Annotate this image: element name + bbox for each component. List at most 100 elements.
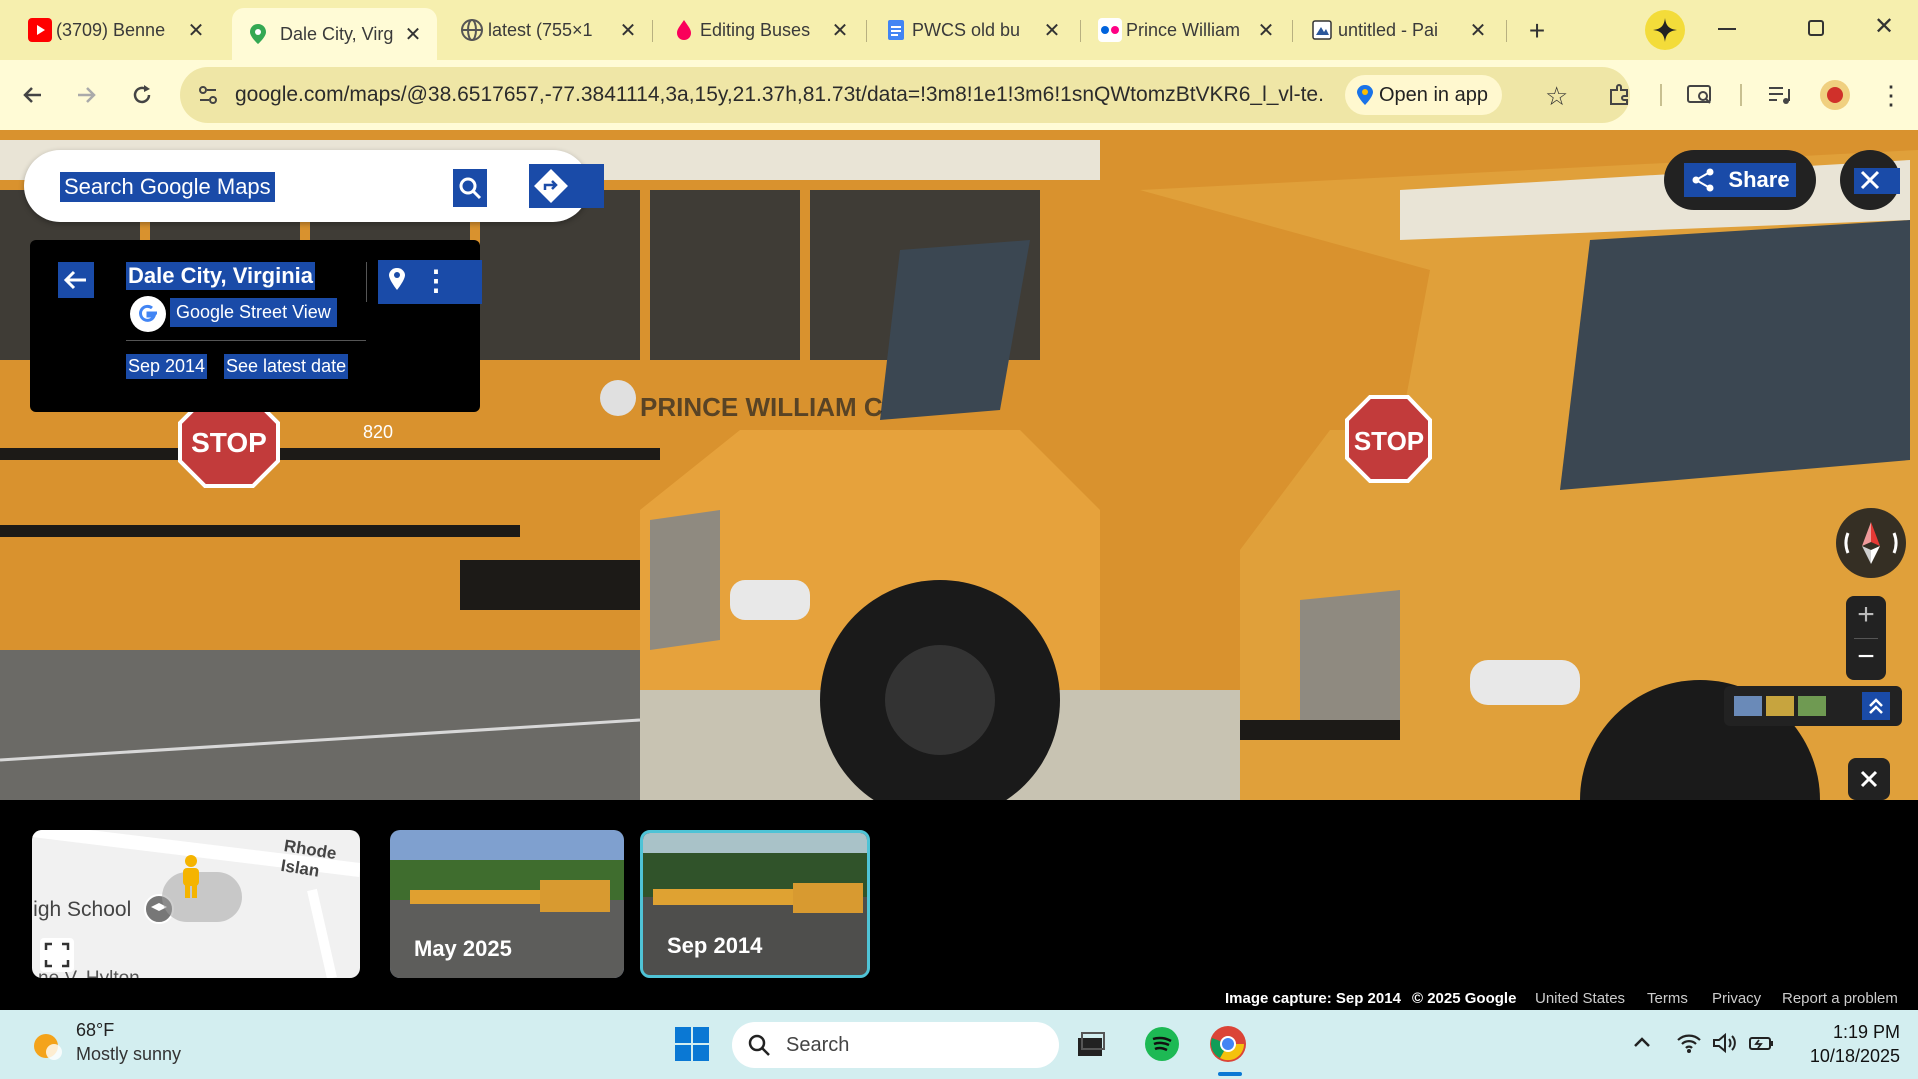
chrome-active-indicator [1218, 1072, 1242, 1076]
tab-title: Dale City, Virg [280, 23, 394, 44]
tab-flickr[interactable]: Prince William ✕ [1098, 8, 1278, 52]
more-options-icon[interactable]: ⋮ [422, 264, 450, 297]
share-label: Share [1728, 167, 1790, 192]
school-label: High School [32, 898, 132, 921]
battery-charging-icon[interactable] [1748, 1032, 1776, 1060]
bookmark-star-icon[interactable]: ☆ [1545, 81, 1568, 112]
show-hidden-icons-chevron-icon[interactable] [1632, 1032, 1652, 1058]
task-view-icon [1078, 1032, 1105, 1056]
share-button[interactable]: Share [1664, 150, 1816, 210]
double-chevron-up-icon [1869, 698, 1883, 714]
tab-close-icon[interactable]: ✕ [184, 18, 208, 43]
search-icon [459, 177, 482, 200]
privacy-link[interactable]: Privacy [1712, 990, 1761, 1007]
search-icon [748, 1034, 770, 1056]
weather-widget[interactable]: 68°F Mostly sunny [28, 1020, 248, 1070]
tab-search-icon[interactable] [1682, 77, 1718, 113]
country-link[interactable]: United States [1535, 990, 1625, 1007]
street-view-panorama[interactable]: STOP STOP 820 PRINCE WILLIAM C Search Go… [0, 130, 1918, 800]
address-bar[interactable]: google.com/maps/@38.6517657,-77.3841114,… [180, 67, 1630, 123]
search-button[interactable] [453, 169, 487, 207]
pegman-icon[interactable] [178, 854, 204, 900]
stop-sign-left-text: STOP [191, 427, 267, 458]
tab-latest-image[interactable]: latest (755×1 ✕ [460, 8, 640, 52]
site-info-icon[interactable] [196, 83, 220, 112]
profile-avatar[interactable] [1820, 80, 1850, 110]
terrain-layer-thumb[interactable] [1798, 696, 1826, 716]
layer-picker[interactable] [1724, 686, 1902, 726]
search-box[interactable]: Search Google Maps [24, 150, 604, 222]
terms-link[interactable]: Terms [1647, 990, 1688, 1007]
windows-logo-icon [675, 1027, 709, 1061]
tab-close-icon[interactable]: ✕ [616, 18, 640, 43]
restore-button[interactable] [1808, 20, 1824, 36]
sparkle-icon [1653, 18, 1677, 42]
map-layer-thumb[interactable] [1734, 696, 1762, 716]
maps-footer: Image capture: Sep 2014 © 2025 Google Un… [1220, 990, 1918, 1010]
tab-close-icon[interactable]: ✕ [1254, 18, 1278, 43]
google-maps-icon [246, 22, 270, 46]
bus-lettering-text: PRINCE WILLIAM C [640, 392, 883, 422]
media-control-icon[interactable] [1762, 77, 1798, 113]
flickr-icon [1098, 18, 1122, 42]
close-window-icon[interactable]: ✕ [1874, 12, 1898, 42]
timeline-thumb-may-2025[interactable]: May 2025 [390, 830, 624, 978]
back-arrow-icon[interactable] [15, 77, 51, 113]
tab-google-maps[interactable]: Dale City, Virg ✕ [232, 8, 437, 60]
directions-button[interactable] [529, 164, 604, 208]
map-pin-icon[interactable] [382, 260, 412, 304]
card-actions: ⋮ [378, 260, 482, 304]
minimap-thumbnail[interactable]: Rhode Islan High School ne V. Hylton [32, 830, 360, 978]
tab-close-icon[interactable]: ✕ [1040, 18, 1064, 43]
timeline-thumb-sep-2014[interactable]: Sep 2014 [640, 830, 870, 978]
url-text[interactable]: google.com/maps/@38.6517657,-77.3841114,… [235, 83, 1325, 107]
compass-control[interactable] [1836, 508, 1906, 578]
search-input[interactable]: Search Google Maps [60, 172, 275, 202]
reload-icon[interactable] [124, 77, 160, 113]
close-filmstrip-button[interactable] [1848, 758, 1890, 800]
youtube-icon [28, 18, 52, 42]
zoom-out-button[interactable]: − [1846, 640, 1886, 674]
extensions-icon[interactable] [1602, 77, 1638, 113]
zoom-in-button[interactable]: + [1846, 598, 1886, 632]
tab-editing-buses[interactable]: Editing Buses ✕ [672, 8, 852, 52]
open-in-app-label: Open in app [1379, 83, 1488, 106]
report-problem-link[interactable]: Report a problem [1782, 990, 1898, 1007]
copyright-label: © 2025 Google [1412, 990, 1517, 1007]
new-tab-button[interactable]: + [1520, 14, 1554, 48]
satellite-layer-thumb[interactable] [1766, 696, 1794, 716]
tab-paint[interactable]: untitled - Pai ✕ [1310, 8, 1490, 52]
spotify-button[interactable] [1144, 1026, 1180, 1062]
see-latest-date-link[interactable]: See latest date [224, 354, 349, 379]
open-in-app-button[interactable]: Open in app [1345, 75, 1502, 115]
bus-number-text: 820 [363, 422, 393, 442]
close-street-view-button[interactable] [1840, 150, 1900, 210]
expand-layers-button[interactable] [1862, 692, 1890, 720]
capture-date: Sep 2014 [126, 354, 208, 379]
paint-icon [1310, 18, 1334, 42]
start-button[interactable] [674, 1026, 710, 1062]
tab-close-icon[interactable]: ✕ [1466, 18, 1490, 43]
taskbar-search-box[interactable]: Search [732, 1022, 1059, 1068]
timeline-filmstrip: Rhode Islan High School ne V. Hylton May… [0, 800, 1918, 1010]
fullscreen-button[interactable] [40, 938, 74, 972]
forward-arrow-icon[interactable] [68, 77, 104, 113]
tab-youtube[interactable]: (3709) Benne ✕ [28, 8, 208, 52]
tab-title: latest (755×1 [488, 19, 593, 40]
zoom-control: + − [1846, 596, 1886, 680]
tab-pwcs-doc[interactable]: PWCS old bu ✕ [884, 8, 1064, 52]
chrome-button[interactable] [1208, 1024, 1248, 1064]
system-clock[interactable]: 1:19 PM 10/18/2025 [1790, 1020, 1900, 1068]
tab-close-icon[interactable]: ✕ [401, 22, 425, 47]
volume-icon[interactable] [1712, 1032, 1738, 1060]
task-view-button[interactable] [1076, 1030, 1106, 1060]
thumb-date-label: Sep 2014 [667, 933, 763, 958]
spotify-icon [1145, 1027, 1179, 1061]
menu-kebab-icon[interactable]: ⋮ [1878, 80, 1904, 110]
compass-icon [1844, 522, 1898, 564]
wifi-icon[interactable] [1676, 1032, 1702, 1060]
minimize-button[interactable] [1718, 28, 1736, 30]
tab-close-icon[interactable]: ✕ [828, 18, 852, 43]
back-button[interactable] [58, 262, 94, 298]
gemini-button[interactable] [1645, 10, 1685, 50]
